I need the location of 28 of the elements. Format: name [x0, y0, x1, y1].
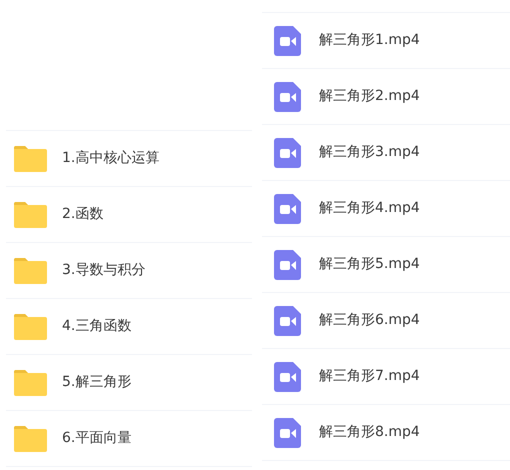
folder-name[interactable]: 5.解三角形 [62, 372, 132, 393]
video-file-icon [274, 82, 301, 112]
video-file-icon [274, 194, 301, 224]
video-file-icon [274, 418, 301, 448]
file-name[interactable]: 解三角形2.mp4 [319, 86, 420, 107]
folder-icon [14, 370, 47, 396]
folder-name[interactable]: 3.导数与积分 [62, 260, 146, 281]
video-file-icon [274, 26, 301, 56]
folder-name[interactable]: 1.高中核心运算 [62, 148, 160, 169]
folder-name[interactable]: 6.平面向量 [62, 428, 132, 449]
file-name[interactable]: 解三角形5.mp4 [319, 254, 420, 275]
file-name[interactable]: 解三角形8.mp4 [319, 422, 420, 443]
file-name[interactable]: 解三角形6.mp4 [319, 310, 420, 331]
folder-icon [14, 426, 47, 452]
video-file-icon [274, 138, 301, 168]
folder-name[interactable]: 2.函数 [62, 204, 104, 225]
folder-icon [14, 146, 47, 172]
file-name[interactable]: 解三角形1.mp4 [319, 30, 420, 51]
video-file-icon [274, 362, 301, 392]
folder-icon [14, 314, 47, 340]
folder-name[interactable]: 4.三角函数 [62, 316, 132, 337]
file-name[interactable]: 解三角形7.mp4 [319, 366, 420, 387]
folder-icon [14, 258, 47, 284]
file-name[interactable]: 解三角形4.mp4 [319, 198, 420, 219]
video-file-icon [274, 250, 301, 280]
folder-icon [14, 202, 47, 228]
video-file-icon [274, 306, 301, 336]
file-name[interactable]: 解三角形3.mp4 [319, 142, 420, 163]
